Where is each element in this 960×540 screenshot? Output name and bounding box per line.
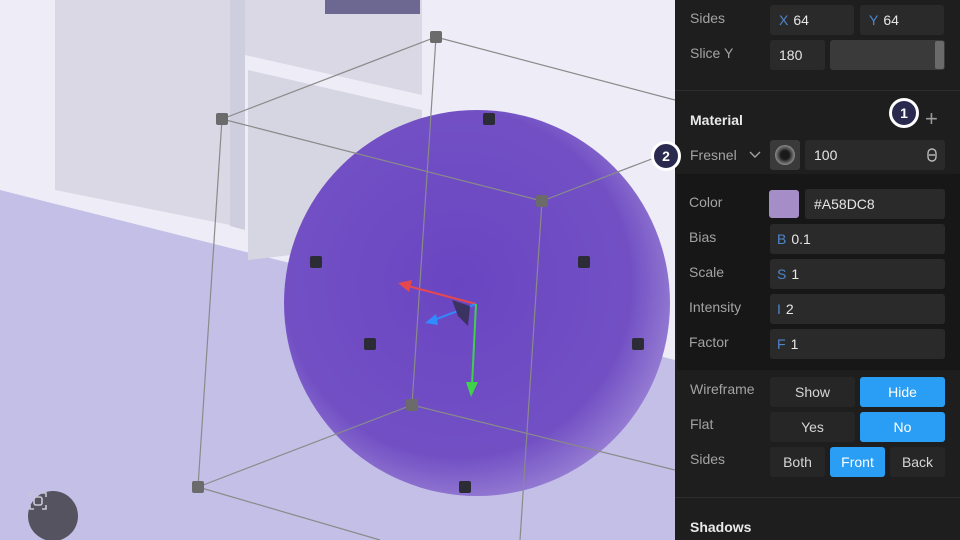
fresnel-sphere[interactable]: [284, 110, 670, 496]
factor-input[interactable]: F1: [770, 329, 945, 359]
scale-value: 1: [791, 266, 800, 282]
material-opacity-value: 100: [814, 147, 838, 163]
sides-y-value: 64: [883, 12, 899, 28]
intensity-input[interactable]: I2: [770, 294, 945, 324]
sides-x-value: 64: [793, 12, 809, 28]
slice-y-label: Slice Y: [690, 45, 734, 61]
bias-value: 0.1: [791, 231, 811, 247]
material-opacity-input[interactable]: 100: [805, 140, 945, 170]
sides-back-button[interactable]: Back: [890, 447, 945, 477]
material-title: Material: [690, 112, 743, 128]
scene: [0, 0, 675, 540]
sides-y-input[interactable]: Y 64: [860, 5, 944, 35]
bias-prefix: B: [777, 231, 787, 247]
link-icon[interactable]: [927, 148, 937, 162]
shadows-title: Shadows: [690, 519, 752, 535]
factor-prefix: F: [777, 336, 786, 352]
focus-frame-icon: [29, 492, 47, 510]
factor-value: 1: [790, 336, 799, 352]
chevron-down-icon: [749, 151, 761, 158]
cabinet-handle: [325, 0, 420, 14]
focus-button[interactable]: [28, 491, 78, 540]
bias-input[interactable]: B 0.1: [770, 224, 945, 254]
scale-label: Scale: [689, 264, 725, 280]
scale-prefix: S: [777, 266, 787, 282]
fresnel-settings: Color #A58DC8 Bias B 0.1 Scale S1 Intensi…: [677, 174, 960, 370]
flat-label: Flat: [690, 416, 714, 432]
sides-x-input[interactable]: X 64: [770, 5, 854, 35]
y-prefix: Y: [869, 12, 879, 28]
plus-icon[interactable]: +: [925, 108, 938, 130]
fresnel-preview-icon: [775, 145, 795, 165]
sides-label: Sides: [690, 10, 726, 26]
bias-label: Bias: [689, 229, 717, 245]
color-hex-value: #A58DC8: [814, 196, 875, 212]
intensity-label: Intensity: [689, 299, 742, 315]
material-type-value: Fresnel: [690, 147, 737, 163]
divider: [675, 497, 960, 498]
annotation-badge-2: 2: [651, 141, 681, 171]
cabinet-left: [55, 0, 230, 225]
flat-no-button[interactable]: No: [860, 412, 945, 442]
sides-front-button[interactable]: Front: [830, 447, 885, 477]
intensity-value: 2: [785, 301, 794, 317]
slice-y-value: 180: [779, 47, 803, 63]
material-type-select[interactable]: Fresnel: [690, 140, 780, 170]
wireframe-label: Wireframe: [690, 381, 755, 397]
color-label: Color: [689, 194, 723, 210]
sides-both-button[interactable]: Both: [770, 447, 825, 477]
wireframe-hide-button[interactable]: Hide: [860, 377, 945, 407]
annotation-badge-1: 1: [889, 98, 919, 128]
slice-y-input[interactable]: 180: [770, 40, 825, 70]
factor-label: Factor: [689, 334, 729, 350]
3d-viewport[interactable]: [0, 0, 675, 540]
color-swatch[interactable]: [769, 190, 799, 218]
wireframe-show-button[interactable]: Show: [770, 377, 855, 407]
render-sides-label: Sides: [690, 451, 726, 467]
slice-y-slider-thumb[interactable]: [935, 41, 944, 69]
x-prefix: X: [779, 12, 789, 28]
intensity-prefix: I: [777, 301, 781, 317]
material-preview-button[interactable]: [770, 140, 800, 170]
properties-panel: Sides X 64 Y 64 Slice Y 180 Material + Fre…: [675, 0, 960, 540]
color-hex-input[interactable]: #A58DC8: [805, 189, 945, 219]
divider: [675, 90, 960, 91]
flat-yes-button[interactable]: Yes: [770, 412, 855, 442]
slice-y-slider[interactable]: [830, 40, 945, 70]
scale-input[interactable]: S1: [770, 259, 945, 289]
